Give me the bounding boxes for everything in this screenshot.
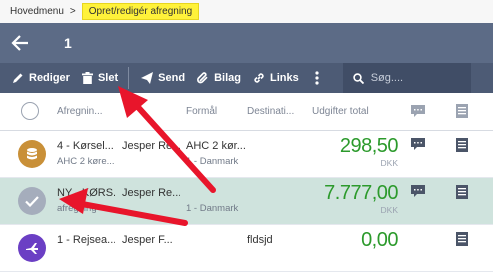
row-subtitle: afregning (57, 203, 97, 214)
link-icon (254, 73, 264, 83)
column-afregning[interactable]: Afregnin... (57, 93, 103, 130)
row-title: NY - KØRS... (57, 187, 115, 199)
receipt-column-icon (456, 104, 468, 118)
send-label: Send (158, 72, 186, 84)
send-icon (141, 72, 154, 84)
table-header: Afregnin... Formål Destinati... Udgifter… (0, 93, 493, 131)
search-input[interactable]: Søg.... (371, 72, 403, 84)
row-formaal: AHC 2 kør... (186, 140, 246, 152)
edit-button[interactable]: Rediger (12, 72, 70, 84)
column-formaal[interactable]: Formål (186, 93, 217, 130)
table-row[interactable]: NY - KØRS... afregning Jesper Re... 1 - … (0, 178, 493, 225)
trash-icon (81, 72, 93, 84)
receipt-icon[interactable] (456, 185, 468, 199)
more-button[interactable] (315, 71, 319, 85)
links-button[interactable]: Links (253, 72, 299, 84)
back-button[interactable] (0, 23, 40, 63)
row-person: Jesper F... (122, 234, 173, 246)
comment-column-icon (411, 105, 425, 117)
search-icon (353, 72, 364, 84)
row-person: Jesper Re... (122, 140, 180, 152)
row-currency: DKK (380, 158, 398, 168)
receipt-icon[interactable] (456, 232, 468, 246)
row-destination: 1 - Danmark (186, 203, 239, 214)
search-box[interactable]: Søg.... (342, 63, 471, 93)
table-row[interactable]: 4 - Kørsel... AHC 2 køre... Jesper Re...… (0, 131, 493, 178)
paperclip-icon (197, 72, 208, 84)
pencil-icon (13, 73, 23, 83)
row-amount: 7.777,00 (324, 182, 398, 204)
checkmark-icon (25, 195, 39, 207)
database-icon (27, 148, 37, 160)
row-destination: 1 - Danmark (186, 156, 239, 167)
row-person: Jesper Re... (122, 187, 180, 199)
page-title: 1 (64, 35, 72, 51)
row-currency: DKK (380, 205, 398, 215)
avatar[interactable] (18, 234, 46, 262)
select-all-checkbox[interactable] (21, 102, 39, 120)
attachment-label: Bilag (214, 72, 241, 84)
row-title: 1 - Rejsea... (57, 234, 115, 246)
more-vertical-icon (315, 71, 319, 85)
receipt-icon[interactable] (456, 138, 468, 152)
row-destination: fldsjd (247, 234, 273, 246)
avatar[interactable] (18, 140, 46, 168)
send-button[interactable]: Send (141, 72, 185, 84)
comment-icon[interactable] (411, 138, 425, 151)
links-label: Links (269, 72, 299, 84)
delete-label: Slet (97, 72, 119, 84)
toolbar-divider (128, 67, 130, 89)
plane-icon (26, 243, 38, 254)
arrow-left-icon (11, 35, 28, 51)
breadcrumb: Hovedmenu > Opret/redigér afregning (0, 0, 493, 23)
comment-icon[interactable] (411, 185, 425, 198)
table-row[interactable]: 1 - Rejsea... Jesper F... fldsjd 0,00 (0, 225, 493, 272)
row-amount: 298,50 (339, 135, 399, 157)
avatar[interactable] (18, 187, 46, 215)
toolbar: Rediger Slet Send Bilag Links Søg.... (0, 63, 493, 93)
title-bar: 1 (0, 23, 493, 63)
breadcrumb-home[interactable]: Hovedmenu (10, 6, 64, 17)
edit-label: Rediger (29, 72, 70, 84)
breadcrumb-separator: > (69, 6, 76, 17)
column-destination[interactable]: Destinati... (247, 93, 294, 130)
delete-button[interactable]: Slet (81, 72, 119, 84)
row-title: 4 - Kørsel... (57, 140, 114, 152)
row-subtitle: AHC 2 køre... (57, 156, 115, 167)
breadcrumb-current: Opret/redigér afregning (81, 3, 200, 20)
column-udgifter-total[interactable]: Udgifter total (312, 93, 369, 130)
attachment-button[interactable]: Bilag (197, 72, 241, 84)
